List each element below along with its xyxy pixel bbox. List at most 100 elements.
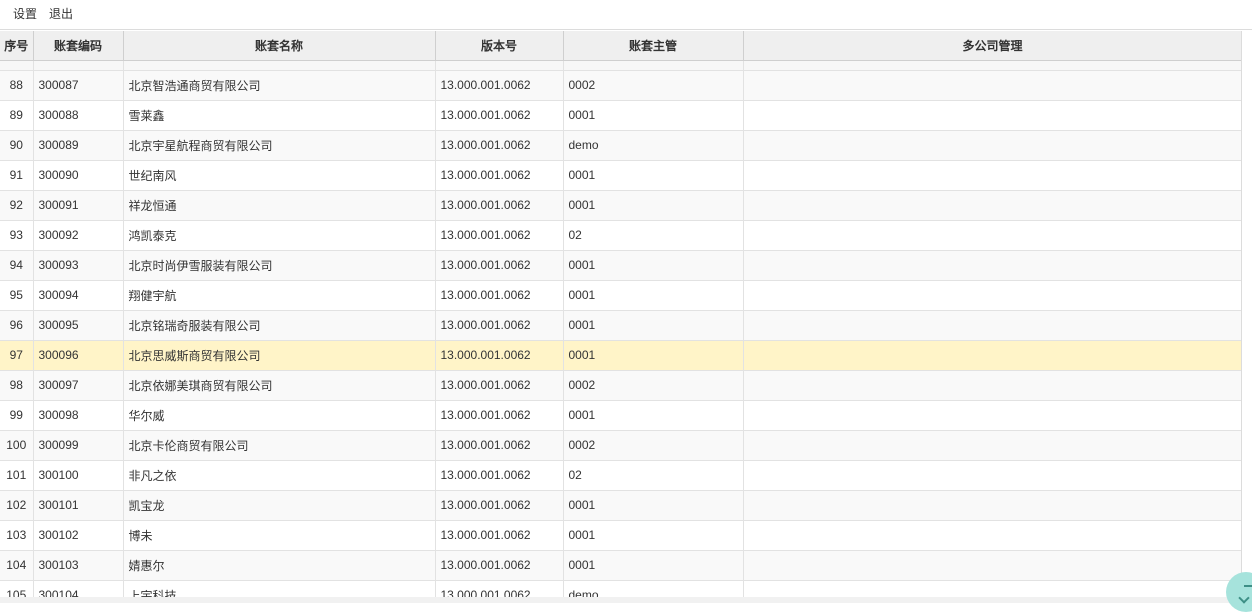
row-name-cell: 鸿凯泰克: [123, 220, 436, 251]
row-version-cell: 13.000.001.0062: [435, 490, 564, 521]
row-code-cell: 300094: [33, 280, 124, 311]
row-code-cell: 300097: [33, 370, 124, 401]
row-owner-cell: 02: [563, 460, 744, 491]
row-name-cell: 博未: [123, 520, 436, 551]
row-code-cell: 300088: [33, 100, 124, 131]
row-code-cell: 300092: [33, 220, 124, 251]
row-code-cell: 300101: [33, 490, 124, 521]
header-owner[interactable]: 账套主管: [563, 31, 744, 61]
row-no-cell: 95: [0, 280, 34, 311]
table-row[interactable]: 88 300087 北京智浩通商贸有限公司 13.000.001.0062 0002: [0, 70, 1241, 101]
row-code-cell: 300100: [33, 460, 124, 491]
row-no-cell: 93: [0, 220, 34, 251]
table-row[interactable]: 100 300099 北京卡伦商贸有限公司 13.000.001.0062 0002: [0, 430, 1241, 461]
row-code-cell: 300103: [33, 550, 124, 581]
table-row[interactable]: 96 300095 北京铭瑞奇服装有限公司 13.000.001.0062 0001: [0, 310, 1241, 341]
chevron-icon: [1238, 592, 1250, 604]
table-row[interactable]: 105 300104 上宇科技 13.000.001.0062 demo: [0, 580, 1241, 597]
row-no-cell: 103: [0, 520, 34, 551]
row-multi-cell: [743, 310, 1241, 341]
row-multi-cell: [743, 100, 1241, 131]
row-name-cell: 北京卡伦商贸有限公司: [123, 430, 436, 461]
menu-settings[interactable]: 设置: [13, 7, 37, 21]
row-no-cell: 105: [0, 580, 34, 597]
row-code-cell: 300090: [33, 160, 124, 191]
row-no-cell: 101: [0, 460, 34, 491]
row-version-cell: 13.000.001.0062: [435, 160, 564, 191]
row-no-cell: 94: [0, 250, 34, 281]
help-chat-icon[interactable]: [1226, 572, 1252, 612]
row-code-cell: 300089: [33, 130, 124, 161]
row-multi-cell: [743, 370, 1241, 401]
table-row[interactable]: 92 300091 祥龙恒通 13.000.001.0062 0001: [0, 190, 1241, 221]
horizontal-scrollbar[interactable]: [0, 597, 1252, 603]
row-owner-cell: 0001: [563, 550, 744, 581]
row-version-cell: 13.000.001.0062: [435, 280, 564, 311]
row-owner-cell: 0001: [563, 190, 744, 221]
row-name-cell: 华尔威: [123, 400, 436, 431]
row-code-cell: 300096: [33, 340, 124, 371]
row-multi-cell: [743, 550, 1241, 581]
row-no-cell: 98: [0, 370, 34, 401]
row-owner-cell: demo: [563, 130, 744, 161]
row-owner-cell: demo: [563, 580, 744, 597]
header-multi-company[interactable]: 多公司管理: [743, 31, 1241, 61]
header-name[interactable]: 账套名称: [123, 31, 436, 61]
row-multi-cell: [743, 340, 1241, 371]
row-name-cell: 非凡之依: [123, 460, 436, 491]
row-multi-cell: [743, 490, 1241, 521]
row-no-cell: 97: [0, 340, 34, 371]
row-name-cell: 世纪南风: [123, 160, 436, 191]
row-name-cell: 北京宇星航程商贸有限公司: [123, 130, 436, 161]
table-row[interactable]: 102 300101 凯宝龙 13.000.001.0062 0001: [0, 490, 1241, 521]
row-name-cell: 雪莱鑫: [123, 100, 436, 131]
row-version-cell: 13.000.001.0062: [435, 130, 564, 161]
row-multi-cell: [743, 580, 1241, 597]
table-row[interactable]: 99 300098 华尔威 13.000.001.0062 0001: [0, 400, 1241, 431]
row-no-cell: 104: [0, 550, 34, 581]
row-multi-cell: [743, 460, 1241, 491]
row-version-cell: 13.000.001.0062: [435, 550, 564, 581]
row-no-cell: 96: [0, 310, 34, 341]
account-set-table: 序号 账套编码 账套名称 版本号 账套主管 多公司管理 88 300087 北京智浩…: [0, 31, 1241, 597]
partial-cell: [435, 60, 564, 71]
header-code[interactable]: 账套编码: [33, 31, 124, 61]
row-name-cell: 北京思威斯商贸有限公司: [123, 340, 436, 371]
row-multi-cell: [743, 70, 1241, 101]
table-header-row: 序号 账套编码 账套名称 版本号 账套主管 多公司管理: [0, 31, 1241, 61]
table-row[interactable]: 97 300096 北京思威斯商贸有限公司 13.000.001.0062 0001: [0, 340, 1241, 371]
row-name-cell: 北京铭瑞奇服装有限公司: [123, 310, 436, 341]
row-owner-cell: 0001: [563, 310, 744, 341]
row-no-cell: 92: [0, 190, 34, 221]
row-code-cell: 300104: [33, 580, 124, 597]
row-version-cell: 13.000.001.0062: [435, 580, 564, 597]
row-multi-cell: [743, 190, 1241, 221]
menu-exit[interactable]: 退出: [49, 7, 73, 21]
table-row[interactable]: 90 300089 北京宇星航程商贸有限公司 13.000.001.0062 demo: [0, 130, 1241, 161]
table-row[interactable]: 91 300090 世纪南风 13.000.001.0062 0001: [0, 160, 1241, 191]
partial-cell: [563, 60, 744, 71]
table-row[interactable]: 89 300088 雪莱鑫 13.000.001.0062 0001: [0, 100, 1241, 131]
table-row[interactable]: 95 300094 翔健宇航 13.000.001.0062 0001: [0, 280, 1241, 311]
table-row[interactable]: 98 300097 北京依娜美琪商贸有限公司 13.000.001.0062 0002: [0, 370, 1241, 401]
table-row[interactable]: 94 300093 北京时尚伊雪服装有限公司 13.000.001.0062 0001: [0, 250, 1241, 281]
row-version-cell: 13.000.001.0062: [435, 250, 564, 281]
row-owner-cell: 0001: [563, 250, 744, 281]
header-version[interactable]: 版本号: [435, 31, 564, 61]
row-owner-cell: 0001: [563, 490, 744, 521]
row-owner-cell: 0001: [563, 340, 744, 371]
row-version-cell: 13.000.001.0062: [435, 400, 564, 431]
header-no[interactable]: 序号: [0, 31, 34, 61]
table-row[interactable]: 104 300103 婧惠尔 13.000.001.0062 0001: [0, 550, 1241, 581]
table-row[interactable]: 103 300102 博未 13.000.001.0062 0001: [0, 520, 1241, 551]
table-row[interactable]: 101 300100 非凡之依 13.000.001.0062 02: [0, 460, 1241, 491]
row-owner-cell: 0001: [563, 400, 744, 431]
table-row[interactable]: 93 300092 鸿凯泰克 13.000.001.0062 02: [0, 220, 1241, 251]
row-name-cell: 北京时尚伊雪服装有限公司: [123, 250, 436, 281]
row-owner-cell: 0001: [563, 160, 744, 191]
row-multi-cell: [743, 250, 1241, 281]
partial-cell: [123, 60, 436, 71]
row-name-cell: 婧惠尔: [123, 550, 436, 581]
row-multi-cell: [743, 520, 1241, 551]
partial-cell: [0, 60, 34, 71]
